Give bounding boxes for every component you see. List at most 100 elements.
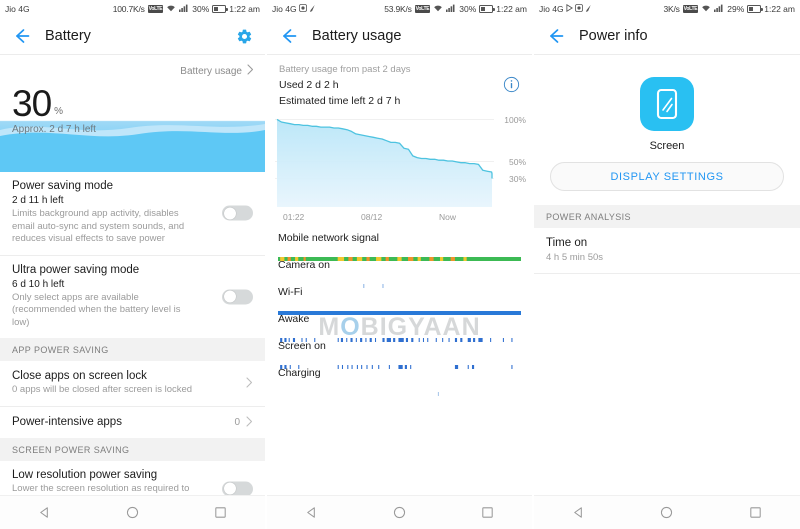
network-speed-label: 100.7K/s <box>112 4 145 14</box>
row-power-intensive-apps[interactable]: Power-intensive apps 0 <box>0 405 265 438</box>
section-header-power-analysis: POWER ANALYSIS <box>534 205 800 228</box>
app-bar-battery: Battery <box>0 18 265 55</box>
row-description: Limits background app activity, disables… <box>12 208 185 244</box>
chart-plot-area <box>275 118 494 207</box>
screen-power-info: Jio 4G 3K/s VoLTE 29% 1:22 am Power info… <box>534 0 800 529</box>
app-bar-usage: Battery usage <box>267 18 532 55</box>
app-header: Screen <box>534 55 800 152</box>
y-tick-50: 50% <box>508 157 526 167</box>
row-title: Close apps on screen lock <box>12 370 147 382</box>
page-title: Battery usage <box>312 28 402 44</box>
gear-icon[interactable] <box>236 28 253 45</box>
chart-x-axis: 01:22 08/12 Now <box>275 209 494 222</box>
carrier-label: Jio 4G <box>539 4 564 14</box>
back-arrow-icon[interactable] <box>546 26 566 46</box>
status-bar-power-info: Jio 4G 3K/s VoLTE 29% 1:22 am <box>534 0 800 18</box>
ultra-power-saving-mode-toggle[interactable] <box>222 289 253 305</box>
row-subtitle: 6 d 10 h left <box>12 278 65 290</box>
row-title: Ultra power saving mode <box>12 263 140 276</box>
display-settings-button[interactable]: DISPLAY SETTINGS <box>550 162 784 191</box>
x-tick-end: Now <box>438 212 456 222</box>
nav-recents-icon[interactable] <box>480 505 495 520</box>
track-mobile-network-signal: Mobile network signal <box>267 225 532 261</box>
network-speed-label: 53.9K/s <box>384 4 412 14</box>
volte-icon: VoLTE <box>682 5 699 13</box>
x-tick-start: 01:22 <box>283 212 305 222</box>
status-bar-battery: Jio 4G 100.7K/s VoLTE 30% 1:22 am <box>0 0 265 18</box>
usage-content: Battery usage from past 2 days Used 2 d … <box>267 55 532 495</box>
mic-icon <box>585 4 592 15</box>
row-value: 4 h 5 min 50s <box>546 252 604 263</box>
row-title: Power saving mode <box>12 180 113 192</box>
screen-record-icon <box>574 4 583 14</box>
y-tick-30: 30% <box>508 174 526 184</box>
nav-home-icon[interactable] <box>659 505 674 520</box>
nav-home-icon[interactable] <box>125 505 140 520</box>
row-description: Lower the screen resolution as required … <box>12 482 190 494</box>
page-title: Battery <box>45 28 91 44</box>
app-name-label: Screen <box>649 140 685 152</box>
battery-content: Battery usage 30 % Approx. 2 d 7 h left <box>0 55 265 495</box>
volte-icon: VoLTE <box>147 5 164 13</box>
network-speed-label: 3K/s <box>663 4 680 14</box>
wifi-icon <box>433 4 443 14</box>
navigation-bar <box>534 495 800 529</box>
info-icon[interactable] <box>503 76 520 93</box>
usage-range-label: Battery usage from past 2 days <box>279 64 411 75</box>
wifi-icon <box>166 4 176 14</box>
signal-bars-icon <box>446 4 456 14</box>
battery-hero: 30 % Approx. 2 d 7 h left <box>0 80 265 172</box>
status-bar-usage: Jio 4G 53.9K/s VoLTE 30% 1:22 am <box>267 0 532 18</box>
x-tick-mid: 08/12 <box>360 212 383 222</box>
battery-usage-link[interactable]: Battery usage <box>0 55 265 80</box>
nav-back-icon[interactable] <box>37 505 52 520</box>
navigation-bar <box>0 495 265 529</box>
play-icon <box>566 3 573 14</box>
section-header-screen-power-saving: SCREEN POWER SAVING <box>0 437 265 461</box>
row-close-apps-on-screen-lock[interactable]: Close apps on screen lock 0 apps will be… <box>0 361 265 406</box>
battery-icon <box>747 5 763 13</box>
row-time-on: Time on 4 h 5 min 50s <box>534 228 800 274</box>
battery-percent-label: 30% <box>192 4 210 14</box>
chevron-right-icon <box>246 377 253 390</box>
usage-used-label: Used 2 d 2 h <box>279 79 339 91</box>
low-resolution-power-saving-toggle[interactable] <box>222 481 253 495</box>
screen-battery: Jio 4G 100.7K/s VoLTE 30% 1:22 am Batter… <box>0 0 267 529</box>
screen-record-icon <box>298 4 307 14</box>
nav-back-icon[interactable] <box>571 505 586 520</box>
track-bar <box>278 275 521 288</box>
row-ultra-power-saving-mode[interactable]: Ultra power saving mode 6 d 10 h left On… <box>0 254 265 338</box>
nav-recents-icon[interactable] <box>213 505 228 520</box>
mic-icon <box>309 4 316 15</box>
battery-level-chart: 100% 50% 30% 01:22 08/12 Now <box>267 115 532 225</box>
navigation-bar <box>267 495 532 529</box>
signal-bars-icon <box>714 4 724 14</box>
back-arrow-icon[interactable] <box>12 26 32 46</box>
battery-icon <box>212 5 228 13</box>
battery-estimate-label: Approx. 2 d 7 h left <box>12 124 96 136</box>
battery-usage-link-label: Battery usage <box>180 65 242 77</box>
row-power-saving-mode[interactable]: Power saving mode 2 d 11 h left Limits b… <box>0 172 265 255</box>
clock-label: 1:22 am <box>764 4 795 14</box>
nav-recents-icon[interactable] <box>748 505 763 520</box>
back-arrow-icon[interactable] <box>279 26 299 46</box>
y-tick-100: 100% <box>504 115 526 125</box>
row-description: 0 apps will be closed after screen is lo… <box>12 384 193 395</box>
carrier-label: Jio 4G <box>5 4 30 14</box>
screen-app-icon <box>640 77 694 131</box>
screen-battery-usage: Jio 4G 53.9K/s VoLTE 30% 1:22 am Battery… <box>267 0 534 529</box>
track-bar <box>278 302 521 315</box>
row-description: Only select apps are available (recommen… <box>12 291 181 328</box>
volte-icon: VoLTE <box>414 5 431 13</box>
nav-home-icon[interactable] <box>392 505 407 520</box>
battery-percent-value: 30 <box>12 83 52 124</box>
nav-back-icon[interactable] <box>304 505 319 520</box>
power-saving-mode-toggle[interactable] <box>222 205 253 221</box>
row-subtitle: 2 d 11 h left <box>12 195 64 206</box>
chart-area-fill <box>276 119 493 207</box>
battery-icon <box>479 5 495 13</box>
row-low-resolution-power-saving[interactable]: Low resolution power saving Lower the sc… <box>0 460 265 495</box>
section-header-app-power-saving: APP POWER SAVING <box>0 338 265 361</box>
carrier-label: Jio 4G <box>272 4 297 14</box>
track-bar <box>278 329 521 342</box>
